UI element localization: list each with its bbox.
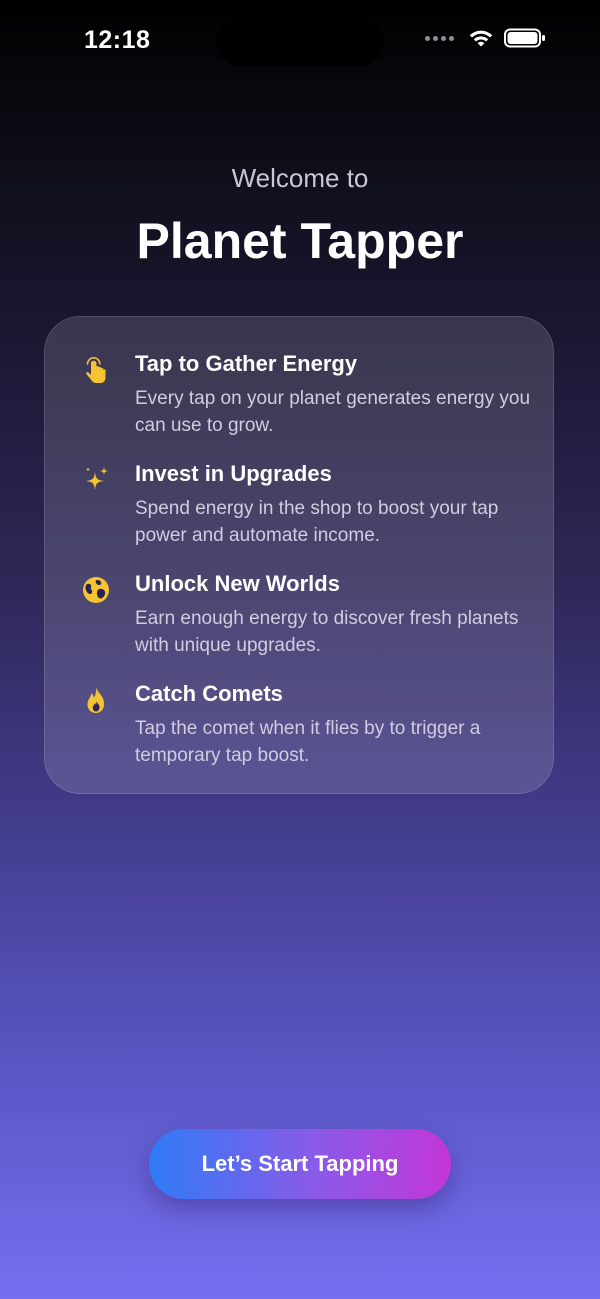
flame-icon <box>87 687 105 713</box>
status-bar: 12:18 <box>0 0 600 84</box>
status-time: 12:18 <box>84 26 151 54</box>
welcome-text: Welcome to <box>231 163 369 193</box>
feature-description: Tap the comet when it flies by to trigge… <box>135 718 481 766</box>
start-tapping-button[interactable]: Let’s Start Tapping <box>149 1129 451 1199</box>
feature-title: Unlock New Worlds <box>135 571 340 596</box>
sparkles-icon <box>85 467 108 490</box>
feature-title: Invest in Upgrades <box>135 461 332 486</box>
features-card: Tap to Gather Energy Every tap on your p… <box>44 316 554 794</box>
feature-title: Catch Comets <box>135 681 283 706</box>
status-indicators <box>425 28 546 48</box>
globe-icon <box>83 577 109 603</box>
feature-description: Spend energy in the shop to boost your t… <box>135 498 499 546</box>
wifi-icon <box>469 30 493 47</box>
feature-description: Earn enough energy to discover fresh pla… <box>135 608 519 656</box>
cellular-signal-icon <box>425 35 454 41</box>
battery-icon <box>504 28 545 48</box>
feature-description: Every tap on your planet generates energ… <box>135 388 531 436</box>
feature-title: Tap to Gather Energy <box>135 351 358 376</box>
dynamic-island <box>216 18 384 66</box>
hand-tap-icon <box>86 357 106 383</box>
app-title: Planet Tapper <box>136 213 464 269</box>
